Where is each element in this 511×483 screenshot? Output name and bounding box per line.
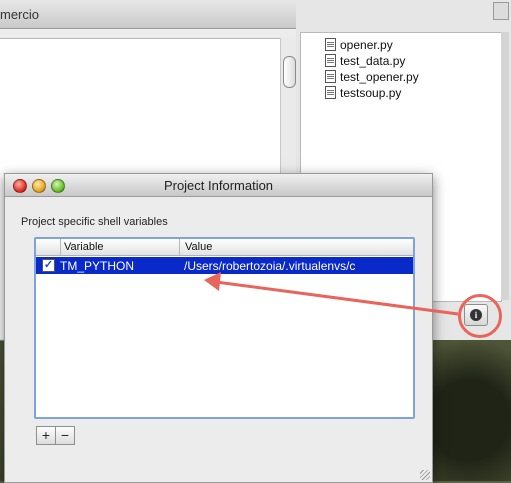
file-list-scrollbar[interactable] <box>501 32 509 300</box>
document-icon <box>493 2 509 20</box>
file-name: testsoup.py <box>340 85 402 100</box>
file-item[interactable]: opener.py <box>325 36 393 53</box>
column-header-value[interactable]: Value <box>181 239 413 255</box>
file-icon <box>325 70 336 83</box>
scroll-thumb[interactable] <box>283 56 296 88</box>
column-header-variable[interactable]: Variable <box>60 239 180 255</box>
table-row[interactable]: ✓ TM_PYTHON /Users/robertozoia/.virtuale… <box>36 257 413 274</box>
background-window-title: mercio <box>0 7 40 22</box>
table-header: Variable Value <box>36 239 413 256</box>
project-information-dialog: Project Information Project specific she… <box>4 173 433 483</box>
variable-name-cell[interactable]: TM_PYTHON <box>60 259 134 273</box>
file-icon <box>325 38 336 51</box>
annotation-highlight-circle <box>458 294 502 338</box>
background-window-titlebar[interactable]: mercio <box>0 0 297 29</box>
file-item[interactable]: test_opener.py <box>325 68 419 85</box>
file-icon <box>325 86 336 99</box>
file-name: opener.py <box>340 37 393 52</box>
enabled-checkbox[interactable]: ✓ <box>42 259 55 272</box>
variable-value-cell[interactable]: /Users/robertozoia/.virtualenvs/c <box>184 259 412 273</box>
shell-variables-table: Variable Value ✓ TM_PYTHON /Users/robert… <box>34 237 415 419</box>
dialog-titlebar[interactable]: Project Information <box>5 174 432 197</box>
file-item[interactable]: test_data.py <box>325 52 405 69</box>
add-variable-button[interactable]: + <box>36 426 56 445</box>
column-header-enabled[interactable] <box>36 239 61 255</box>
file-icon <box>325 54 336 67</box>
file-item[interactable]: testsoup.py <box>325 84 401 101</box>
add-remove-controls: + − <box>36 426 75 445</box>
remove-variable-button[interactable]: − <box>56 426 75 445</box>
file-name: test_opener.py <box>340 69 419 84</box>
resize-grip-icon[interactable] <box>420 470 430 480</box>
file-name: test_data.py <box>340 53 406 68</box>
shell-variables-label: Project specific shell variables <box>21 216 168 228</box>
dialog-title: Project Information <box>163 178 274 193</box>
